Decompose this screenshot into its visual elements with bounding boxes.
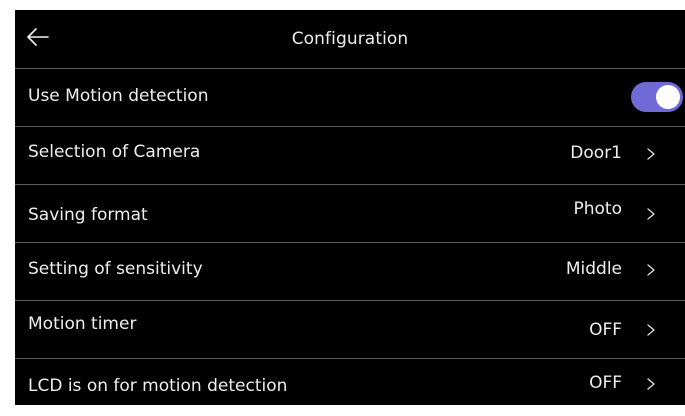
setting-label: Motion timer xyxy=(28,314,137,334)
setting-value: Door1 xyxy=(570,143,622,163)
chevron-right-icon xyxy=(647,208,655,220)
setting-row-motion-detection[interactable]: Use Motion detection xyxy=(15,69,685,127)
setting-label: Saving format xyxy=(28,205,148,225)
setting-label: Setting of sensitivity xyxy=(28,259,203,279)
chevron-right-icon xyxy=(647,378,655,390)
setting-row-lcd-motion[interactable]: LCD is on for motion detection OFF xyxy=(15,359,685,416)
setting-label: LCD is on for motion detection xyxy=(28,376,288,396)
setting-row-camera-selection[interactable]: Selection of Camera Door1 xyxy=(15,127,685,185)
setting-label: Selection of Camera xyxy=(28,142,201,162)
header-bar: Configuration xyxy=(15,10,685,69)
motion-detection-toggle[interactable] xyxy=(631,82,683,112)
setting-row-motion-timer[interactable]: Motion timer OFF xyxy=(15,301,685,359)
toggle-knob xyxy=(656,85,680,109)
chevron-right-icon xyxy=(647,324,655,336)
setting-value: Middle xyxy=(565,259,622,279)
setting-row-saving-format[interactable]: Saving format Photo xyxy=(15,185,685,243)
setting-value: Photo xyxy=(573,199,623,219)
setting-label: Use Motion detection xyxy=(28,86,209,106)
setting-value: OFF xyxy=(589,373,622,393)
configuration-screen: Configuration Use Motion detection Selec… xyxy=(15,10,685,405)
chevron-right-icon xyxy=(647,264,655,276)
chevron-right-icon xyxy=(647,148,655,160)
setting-row-sensitivity[interactable]: Setting of sensitivity Middle xyxy=(15,243,685,301)
setting-value: OFF xyxy=(589,320,622,340)
page-title: Configuration xyxy=(291,29,409,49)
